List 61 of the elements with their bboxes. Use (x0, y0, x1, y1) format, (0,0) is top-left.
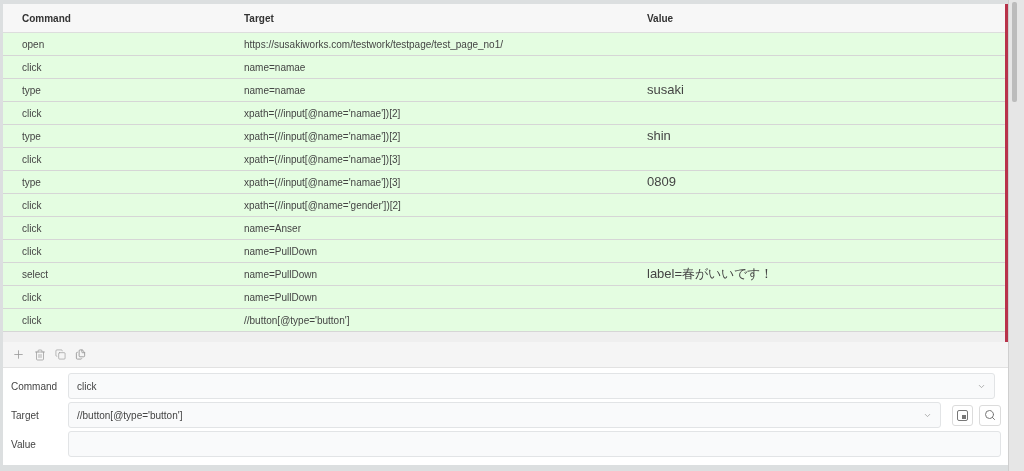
value-field[interactable] (68, 431, 1001, 457)
table-row[interactable]: type xpath=(//input[@name='namae'])[2] shin (3, 125, 1005, 148)
table-cell: name=PullDown (244, 245, 318, 257)
table-row[interactable]: click name=Anser (3, 217, 1005, 240)
table-cell: type (22, 176, 41, 188)
table-cell: type (22, 84, 41, 96)
table-row[interactable]: type name=namae susaki (3, 79, 1005, 102)
select-target-button[interactable] (952, 404, 973, 426)
table-cell: name=PullDown (244, 291, 318, 303)
plus-icon[interactable] (12, 348, 25, 361)
table-cell: click (22, 107, 42, 119)
table-cell: 0809 (647, 174, 676, 189)
table-row[interactable]: select name=PullDown label=春がいいです！ (3, 263, 1005, 286)
scrollbar-thumb[interactable] (1012, 2, 1017, 102)
table-cell: https://susakiworks.com/testwork/testpage/test_page_no1/ (244, 38, 504, 50)
table-cell: click (22, 245, 42, 257)
search-icon (984, 409, 996, 421)
field-label: Command (10, 379, 59, 394)
table-cell: xpath=(//input[@name='namae'])[3] (244, 153, 401, 165)
table-row[interactable]: click name=PullDown (3, 240, 1005, 263)
table-cell: xpath=(//input[@name='namae'])[3] (244, 176, 401, 188)
table-cell: name=PullDown (244, 268, 318, 280)
table-row[interactable]: click xpath=(//input[@name='gender'])[2] (3, 194, 1005, 217)
table-row[interactable]: open https://susakiworks.com/testwork/testpage/test_page_no1/ (3, 33, 1005, 56)
table-cell: click (22, 153, 42, 165)
table-cell: name=namae (244, 84, 306, 96)
table-cell: name=Anser (244, 222, 301, 234)
trash-icon[interactable] (34, 348, 46, 361)
command-field[interactable]: click (68, 373, 995, 399)
table-cell: type (22, 130, 41, 142)
table-cell: label=春がいいです！ (647, 266, 774, 281)
table-cell: click (22, 314, 42, 326)
table-cell: click (22, 291, 42, 303)
table-cell: name=namae (244, 61, 306, 73)
table-cell: click (22, 199, 42, 211)
search-button[interactable] (979, 404, 1001, 426)
column-header: Value (646, 11, 675, 26)
files-icon[interactable] (75, 349, 86, 360)
table-cell: select (22, 268, 49, 280)
table-cell: xpath=(//input[@name='namae'])[2] (244, 107, 401, 119)
table-cell: xpath=(//input[@name='namae'])[2] (244, 130, 401, 142)
table-row[interactable]: click //button[@type='button'] (3, 309, 1005, 332)
copy-icon[interactable] (55, 349, 66, 360)
table-cell: shin (647, 128, 671, 143)
table-cell: click (22, 222, 42, 234)
table-cell: click (22, 61, 42, 73)
table-row[interactable]: type xpath=(//input[@name='namae'])[3] 0809 (3, 171, 1005, 194)
table-cell: //button[@type='button'] (244, 314, 350, 326)
table-cell: open (22, 38, 45, 50)
column-header: Command (21, 11, 72, 26)
table-row[interactable]: click xpath=(//input[@name='namae'])[2] (3, 102, 1005, 125)
table-cell: susaki (647, 82, 684, 97)
table-row[interactable]: click xpath=(//input[@name='namae'])[3] (3, 148, 1005, 171)
column-header: Target (243, 11, 275, 26)
target-field[interactable]: //button[@type='button'] (68, 402, 941, 428)
table-cell: xpath=(//input[@name='gender'])[2] (244, 199, 401, 211)
table-row[interactable]: click name=PullDown (3, 286, 1005, 309)
field-label: Value (10, 437, 37, 452)
pointer-square-icon (957, 409, 968, 421)
field-label: Target (10, 408, 40, 423)
table-row[interactable]: click name=namae (3, 56, 1005, 79)
